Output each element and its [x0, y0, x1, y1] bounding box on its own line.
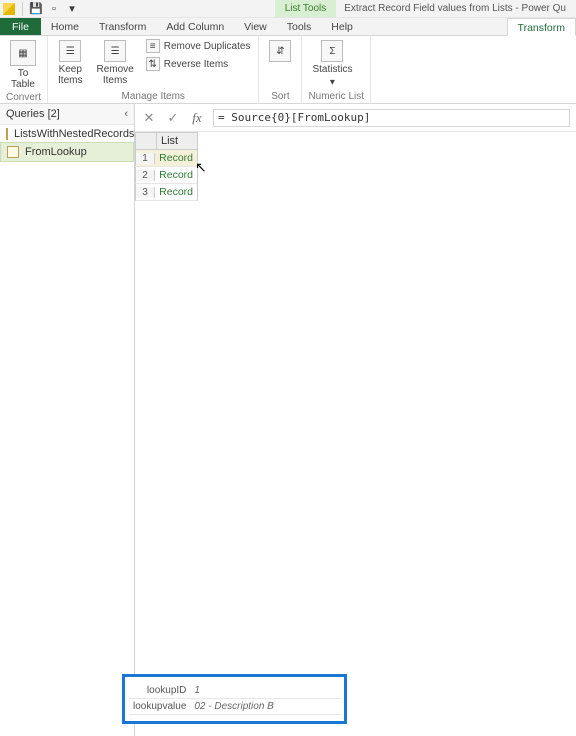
formula-bar: ✕ ✓ fx [135, 104, 576, 132]
collapse-pane-icon[interactable]: ‹ [124, 108, 128, 120]
grid-column-header[interactable]: List [157, 133, 197, 149]
queries-pane-header: Queries [2] ‹ [0, 104, 134, 125]
accept-formula-icon[interactable]: ✓ [165, 110, 181, 126]
chevron-down-icon: ▾ [330, 77, 335, 88]
preview-value: 02 - Description B [190, 699, 340, 715]
data-grid: List 1 Record 2 Record 3 Record ↖ [135, 132, 576, 201]
cancel-formula-icon[interactable]: ✕ [141, 110, 157, 126]
remove-duplicates-icon: ≡ [146, 39, 160, 53]
contextual-tab-title: List Tools [275, 0, 337, 17]
group-label-numeric: Numeric List [308, 91, 364, 103]
keep-items-icon: ☰ [59, 40, 81, 62]
row-index: 1 [136, 153, 155, 164]
remove-items-icon: ☰ [104, 40, 126, 62]
ribbon-group-convert: ▦ To Table Convert [0, 36, 48, 103]
record-link[interactable]: Record [155, 186, 197, 198]
quick-access-toolbar: 💾 ▫ ▾ [2, 2, 79, 16]
save-icon[interactable]: 💾 [29, 2, 43, 16]
reverse-icon: ⇅ [146, 57, 160, 71]
record-link[interactable]: Record [155, 152, 197, 164]
record-preview-panel: lookupID 1 lookupvalue 02 - Description … [122, 674, 347, 724]
group-label-manage: Manage Items [54, 91, 252, 103]
ribbon-group-sort: ⇵ Sort [259, 36, 302, 103]
tab-help[interactable]: Help [321, 18, 363, 35]
group-label-sort: Sort [265, 91, 295, 103]
ribbon: ▦ To Table Convert ☰ Keep Items ☰ Remove… [0, 36, 576, 104]
query-item-lists-with-nested[interactable]: ListsWithNestedRecords [0, 125, 134, 143]
preview-value: 1 [190, 683, 340, 699]
keep-items-button[interactable]: ☰ Keep Items [54, 38, 86, 88]
fx-icon[interactable]: fx [189, 110, 205, 126]
titlebar: 💾 ▫ ▾ List Tools Extract Record Field va… [0, 0, 576, 18]
document-icon[interactable]: ▫ [47, 2, 61, 16]
record-link[interactable]: Record [155, 169, 197, 181]
preview-key: lookupID [129, 683, 190, 699]
qat-dropdown-icon[interactable]: ▾ [65, 2, 79, 16]
row-index: 2 [136, 170, 155, 181]
tab-file[interactable]: File [0, 18, 41, 35]
queries-pane: Queries [2] ‹ ListsWithNestedRecords Fro… [0, 104, 135, 736]
remove-items-button[interactable]: ☰ Remove Items [92, 38, 137, 88]
tab-home[interactable]: Home [41, 18, 89, 35]
window-title: Extract Record Field values from Lists -… [336, 0, 574, 17]
sort-button[interactable]: ⇵ [265, 38, 295, 64]
queries-title: Queries [2] [6, 108, 60, 120]
ribbon-tabs: File Home Transform Add Column View Tool… [0, 18, 576, 36]
main-area: ✕ ✓ fx List 1 Record 2 Record [135, 104, 576, 736]
tab-transform[interactable]: Transform [89, 18, 156, 35]
group-label-convert: Convert [6, 92, 41, 104]
preview-row: lookupID 1 [129, 683, 340, 699]
tab-add-column[interactable]: Add Column [156, 18, 234, 35]
grid-row[interactable]: 3 Record [135, 184, 198, 201]
grid-row[interactable]: 1 Record [135, 150, 198, 167]
tab-view[interactable]: View [234, 18, 277, 35]
query-icon [7, 146, 19, 158]
preview-key: lookupvalue [129, 699, 190, 715]
grid-corner [136, 133, 157, 149]
row-index: 3 [136, 187, 155, 198]
sort-icon: ⇵ [269, 40, 291, 62]
app-logo-icon [2, 2, 16, 16]
formula-input[interactable] [213, 109, 570, 127]
table-icon: ▦ [10, 40, 36, 66]
query-icon [6, 128, 8, 140]
ribbon-group-numeric: Σ Statistics ▾ Numeric List [302, 36, 371, 103]
tab-tools[interactable]: Tools [277, 18, 322, 35]
preview-row: lookupvalue 02 - Description B [129, 699, 340, 715]
tab-list-transform[interactable]: Transform [507, 18, 576, 36]
reverse-items-button[interactable]: ⇅ Reverse Items [144, 56, 253, 72]
remove-duplicates-button[interactable]: ≡ Remove Duplicates [144, 38, 253, 54]
to-table-button[interactable]: ▦ To Table [6, 38, 40, 92]
sigma-icon: Σ [321, 40, 343, 62]
grid-row[interactable]: 2 Record [135, 167, 198, 184]
ribbon-group-manage: ☰ Keep Items ☰ Remove Items ≡ Remove Dup… [48, 36, 259, 103]
query-item-from-lookup[interactable]: FromLookup [0, 142, 134, 162]
statistics-button[interactable]: Σ Statistics ▾ [308, 38, 356, 90]
